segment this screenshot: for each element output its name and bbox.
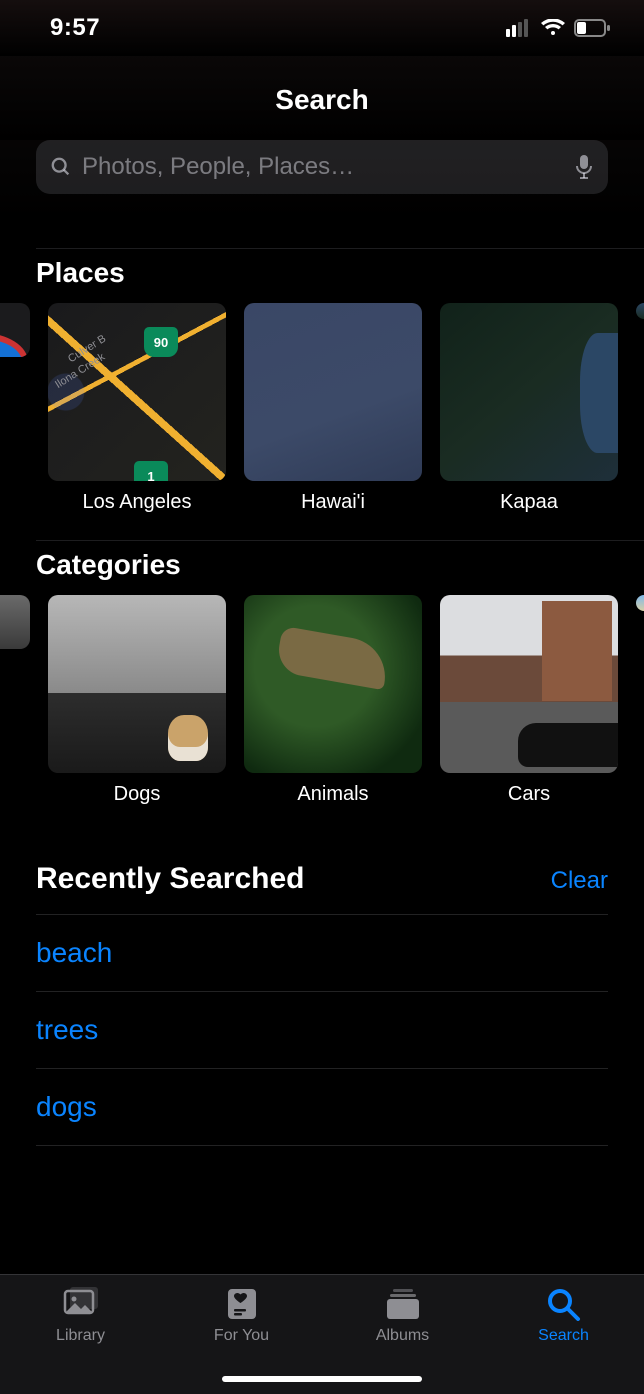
categories-section: Categories Dogs Animals Cars <box>0 541 644 832</box>
tab-label: Albums <box>376 1327 429 1345</box>
page-title: Search <box>0 84 644 116</box>
clear-button[interactable]: Clear <box>551 867 608 895</box>
tab-label: Library <box>56 1327 105 1345</box>
search-field[interactable] <box>36 140 608 194</box>
recent-section: Recently Searched Clear beach trees dogs <box>0 832 644 1146</box>
tab-search[interactable]: Search <box>483 1287 644 1345</box>
category-card-cars[interactable]: Cars <box>440 595 618 806</box>
wifi-icon <box>540 19 566 37</box>
category-label: Dogs <box>48 773 226 806</box>
photo-thumbnail <box>636 595 644 611</box>
for-you-icon <box>222 1287 262 1321</box>
microphone-icon[interactable] <box>574 154 594 180</box>
photo-thumbnail <box>440 595 618 773</box>
search-tab-icon <box>544 1287 584 1321</box>
place-card-los-angeles[interactable]: Culver B Ilona Creek 90 1 Los Angeles <box>48 303 226 514</box>
recent-item-dogs[interactable]: dogs <box>36 1068 608 1145</box>
places-title: Places <box>0 257 644 303</box>
tab-library[interactable]: Library <box>0 1287 161 1345</box>
category-label: Cars <box>440 773 618 806</box>
place-card-kapaa[interactable]: Kapaa <box>440 303 618 514</box>
status-bar: 9:57 <box>0 0 644 56</box>
map-thumbnail: Culver B Ilona Creek 90 1 <box>48 303 226 481</box>
map-thumbnail <box>244 303 422 481</box>
home-indicator[interactable] <box>222 1376 422 1382</box>
category-card-animals[interactable]: Animals <box>244 595 422 806</box>
recent-item-trees[interactable]: trees <box>36 991 608 1068</box>
category-card-peek[interactable] <box>0 595 30 806</box>
places-scroller[interactable]: Culver B Ilona Creek 90 1 Los Angeles Ha… <box>0 303 644 540</box>
categories-title: Categories <box>0 549 644 595</box>
status-time: 9:57 <box>50 14 100 42</box>
place-card-hawaii[interactable]: Hawai'i <box>244 303 422 514</box>
route-shield-icon: 90 <box>144 327 178 357</box>
library-icon <box>61 1287 101 1321</box>
photo-thumbnail <box>0 595 30 649</box>
map-thumbnail <box>440 303 618 481</box>
search-container <box>0 140 644 220</box>
place-label: Kapaa <box>440 481 618 514</box>
category-card-dogs[interactable]: Dogs <box>48 595 226 806</box>
tab-label: For You <box>214 1327 269 1345</box>
recent-title: Recently Searched <box>36 862 304 896</box>
place-label: Hawai'i <box>244 481 422 514</box>
search-icon <box>50 156 72 178</box>
albums-icon <box>383 1287 423 1321</box>
page-header: Search <box>0 56 644 140</box>
map-thumbnail <box>636 303 644 319</box>
tab-for-you[interactable]: For You <box>161 1287 322 1345</box>
status-icons <box>506 19 610 37</box>
categories-scroller[interactable]: Dogs Animals Cars <box>0 595 644 832</box>
place-label: Los Angeles <box>48 481 226 514</box>
places-section: Places Culver B Ilona Creek 90 1 Los Ang… <box>0 249 644 540</box>
place-card-peek[interactable] <box>636 303 644 514</box>
map-thumbnail <box>0 303 30 357</box>
search-input[interactable] <box>82 153 574 181</box>
tab-bar: Library For You Albums Search <box>0 1274 644 1394</box>
tab-albums[interactable]: Albums <box>322 1287 483 1345</box>
battery-icon <box>574 19 610 37</box>
cellular-icon <box>506 19 532 37</box>
recent-item-beach[interactable]: beach <box>36 914 608 991</box>
category-card-peek[interactable] <box>636 595 644 806</box>
category-label: Animals <box>244 773 422 806</box>
tab-label: Search <box>538 1327 589 1345</box>
route-shield-icon: 1 <box>134 461 168 481</box>
photo-thumbnail <box>48 595 226 773</box>
place-card-peek[interactable] <box>0 303 30 514</box>
photo-thumbnail <box>244 595 422 773</box>
